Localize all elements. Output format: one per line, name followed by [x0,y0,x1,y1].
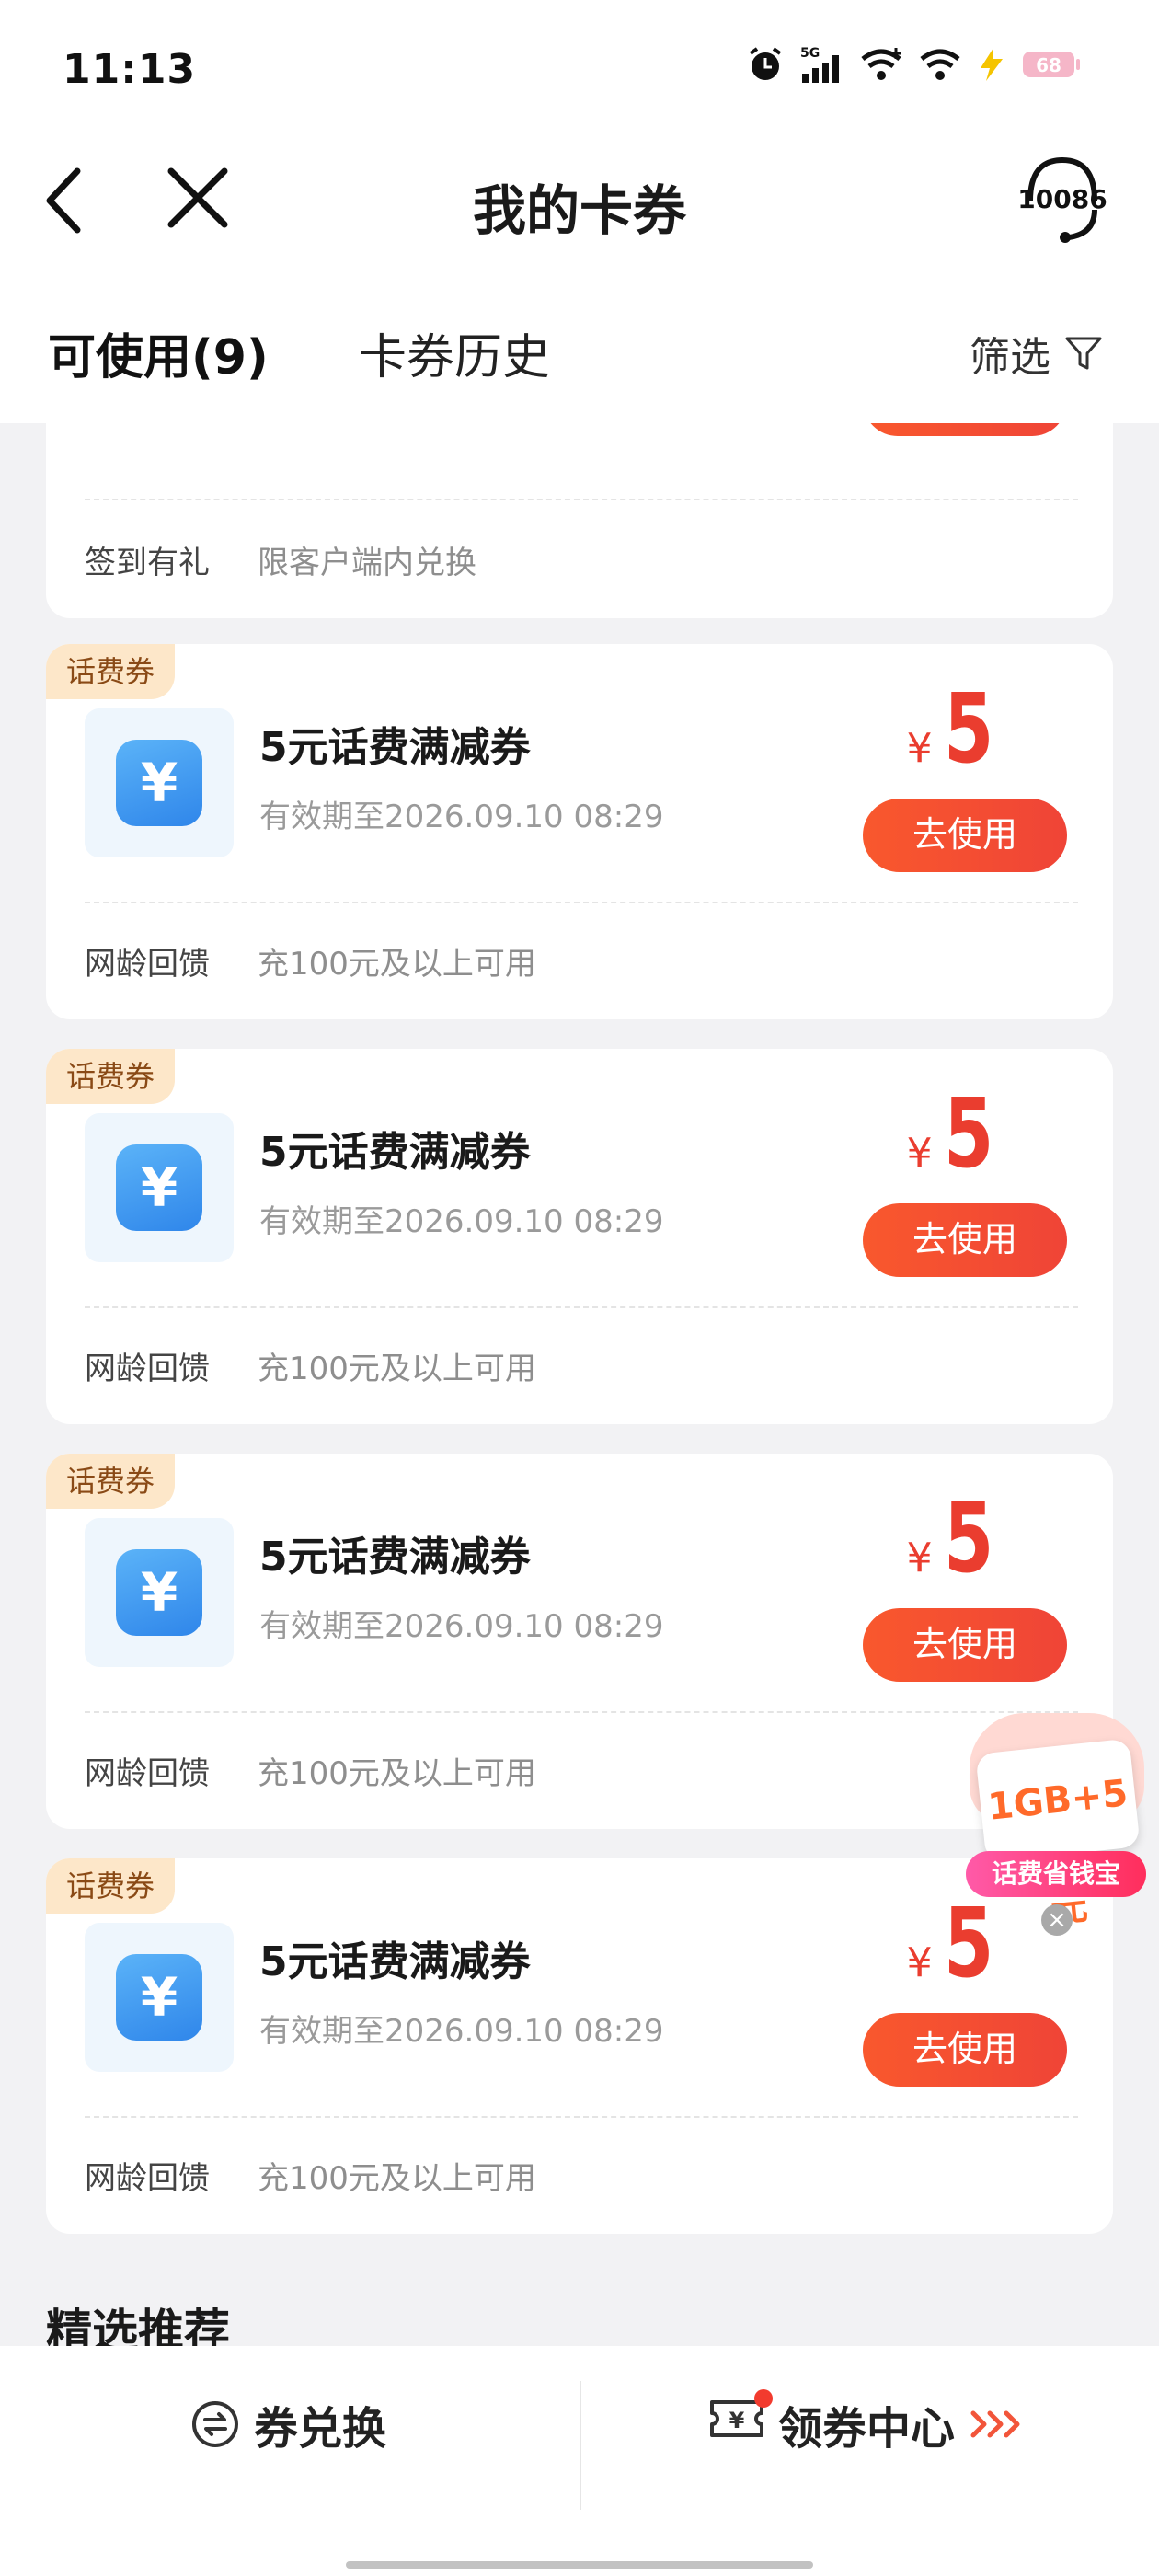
status-time: 11:13 [63,46,197,93]
coupon-validity: 有效期至2026.09.10 08:29 [259,2013,664,2050]
yuan-icon: ¥ [116,1954,202,2041]
triple-chevron-icon [970,2410,1020,2438]
coupon-condition: 充100元及以上可用 [258,1755,536,1792]
coupon-title: 5元话费满减券 [259,1938,531,1985]
coupon-condition: 限客户端内兑换 [258,545,476,581]
coupon-icon-box: ¥ [85,1518,234,1667]
coupon-condition: 充100元及以上可用 [258,946,536,983]
coupon-title: 5元话费满减券 [259,1534,531,1581]
divider [85,2116,1078,2118]
coupon-price: ¥ 5 [907,1086,1010,1181]
currency-symbol: ¥ [906,725,933,772]
coupon-card: 话费券 ¥ 5元话费满减券 有效期至2026.09.10 08:29 ¥ 5 去… [46,644,1113,1019]
page-title: 我的卡券 [472,179,686,242]
tab-available[interactable]: 可使用(9) [48,318,269,387]
coupon-card: 话费券 ¥ 5元话费满减券 有效期至2026.09.10 08:29 ¥ 5 去… [46,1454,1113,1829]
coupon-icon-box: ¥ [85,1923,234,2072]
coupon-tag: 话费券 [46,644,176,699]
coupon-validity: 有效期至2026.09.10 08:29 [259,1608,664,1645]
currency-symbol: ¥ [906,1939,933,1986]
yuan-icon: ¥ [116,740,202,826]
home-indicator[interactable] [346,2561,813,2569]
battery-icon: 68 [1023,52,1080,77]
customer-service-button[interactable]: 10086 [1012,155,1113,247]
coupon-tag: 话费券 [46,1049,176,1104]
notification-dot [754,2389,773,2408]
coupon-tag: 话费券 [46,1858,176,1914]
bottom-bar: 券兑换 ¥ 领券中心 [0,2346,1159,2576]
wifi-icon [920,49,960,80]
wifi-plus-icon [861,48,901,80]
coupon-tag: 话费券 [46,1454,176,1509]
coupon-center-button[interactable]: ¥ 领券中心 [708,2389,1023,2456]
coupon-title: 5元话费满减券 [259,1129,531,1176]
divider [85,1711,1078,1713]
promo-close-icon[interactable]: × [1041,1904,1073,1936]
coupon-source: 网龄回馈 [85,946,210,983]
status-icons: 5G 68 [745,44,1082,85]
divider [85,499,1078,500]
coupon-source: 网龄回馈 [85,1351,210,1387]
bottom-divider [580,2381,581,2510]
svg-text:¥: ¥ [729,2408,745,2433]
yuan-icon: ¥ [116,1549,202,1636]
coupon-validity: 有效期至2026.09.10 08:29 [259,1203,664,1240]
filter-icon [1065,337,1102,370]
divider [85,1306,1078,1308]
coupon-exchange-button[interactable]: 券兑换 [189,2392,386,2456]
coupon-source: 签到有礼 [85,545,210,581]
coupon-icon-box: ¥ [85,1113,234,1262]
coupon-amount: 5 [943,673,993,785]
coupon-price: ¥ 5 [907,1490,1010,1586]
coupon-validity: 有效期至2026.09.10 08:29 [259,799,664,835]
promo-float[interactable]: 1GB+5元 话费省钱宝 × [960,1713,1150,1936]
coupon-condition: 充100元及以上可用 [258,2160,536,2197]
coupon-source: 网龄回馈 [85,2160,210,2197]
charging-icon [981,48,1003,81]
svg-text:68: 68 [1036,54,1061,76]
filter-label: 筛选 [970,334,1050,381]
use-button[interactable]: 去使用 [863,799,1067,872]
exchange-icon [192,2401,238,2447]
header-area: 11:13 5G 68 我的卡券 10086 可使用(9) 卡券历史 筛选 [0,0,1159,423]
coupon-center-label: 领券中心 [778,2403,956,2455]
use-button[interactable]: 去使用 [863,2013,1067,2087]
exchange-label: 券兑换 [254,2403,387,2455]
coupon-icon-box: ¥ [85,708,234,857]
signal-icon: 5G [800,46,839,83]
coupon-amount: 5 [943,1077,993,1190]
filter-button[interactable]: 筛选 [970,324,1104,383]
yuan-icon: ¥ [116,1144,202,1231]
coupon-amount: 5 [943,1482,993,1594]
promo-card-text: 1GB+5元 [975,1738,1141,1931]
divider [85,902,1078,903]
use-button[interactable]: 去使用 [863,1608,1067,1682]
currency-symbol: ¥ [906,1130,933,1177]
currency-symbol: ¥ [906,1535,933,1581]
coupon-condition: 充100元及以上可用 [258,1351,536,1387]
service-number: 10086 [1017,184,1107,214]
coupon-card: 话费券 ¥ 5元话费满减券 有效期至2026.09.10 08:29 ¥ 5 去… [46,1049,1113,1424]
coupon-source: 网龄回馈 [85,1755,210,1792]
coupon-card: 话费券 ¥ 5元话费满减券 有效期至2026.09.10 08:29 ¥ 5 去… [46,1858,1113,2234]
promo-label: 话费省钱宝 [966,1851,1146,1897]
coupon-title: 5元话费满减券 [259,724,531,771]
svg-text:5G: 5G [800,46,820,61]
coupon-price: ¥ 5 [907,681,1010,776]
alarm-icon [749,47,782,80]
use-button[interactable]: 去使用 [863,1203,1067,1277]
tab-history[interactable]: 卡券历史 [359,318,550,387]
